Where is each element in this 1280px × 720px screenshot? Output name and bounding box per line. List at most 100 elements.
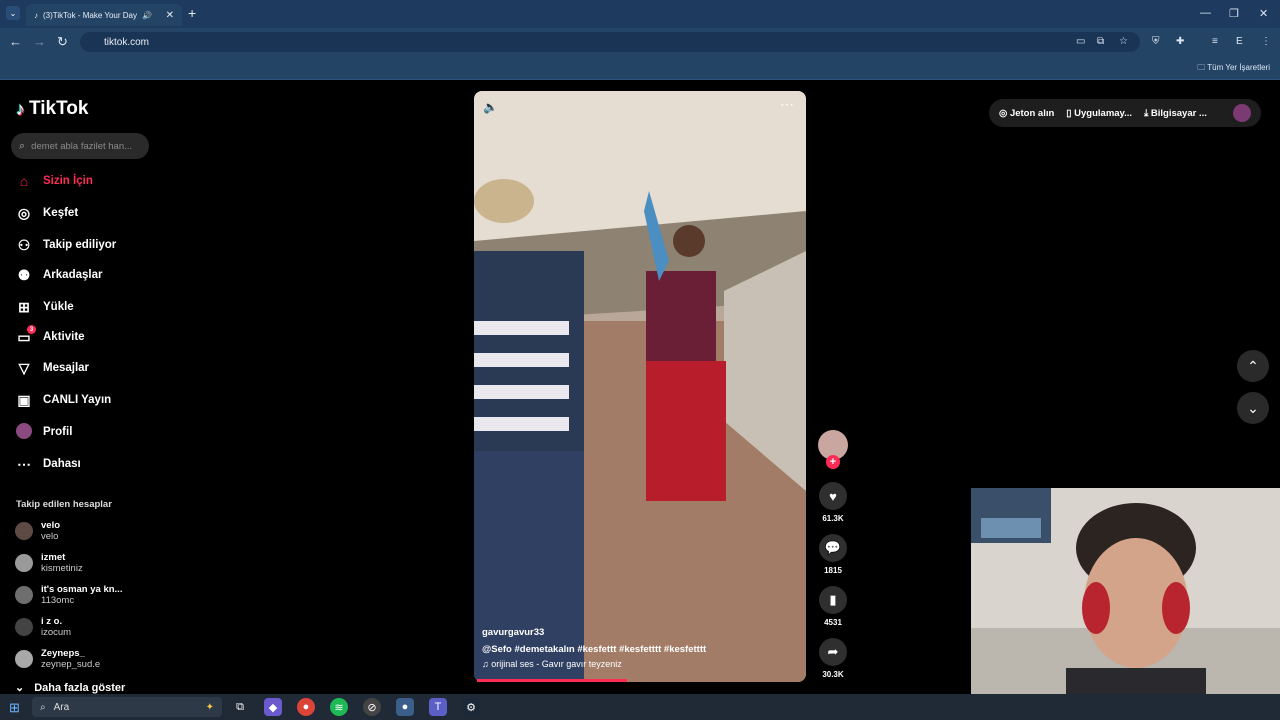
video-music[interactable]: ♫ orijinal ses - Gavır gavır teyzeniz: [482, 659, 802, 669]
teams-icon[interactable]: T: [429, 698, 447, 716]
minimize-button[interactable]: —: [1200, 7, 1211, 19]
sparkle-icon: ✦: [205, 701, 214, 713]
chevron-down-icon: ⌄: [1247, 399, 1259, 416]
search-input[interactable]: [31, 140, 144, 152]
avatar: [15, 650, 33, 668]
bookmark-star-icon[interactable]: ☆: [1119, 36, 1128, 47]
webcam-frame: [971, 488, 1280, 720]
chevron-up-icon: ⌃: [1247, 357, 1259, 374]
previous-video-button[interactable]: ⌃: [1237, 350, 1269, 382]
activity-badge: 3: [27, 325, 36, 334]
messages-icon: ▽: [18, 359, 30, 376]
followed-account[interactable]: i z o. izocum: [15, 613, 71, 641]
menu-icon[interactable]: ⋮: [1261, 36, 1271, 47]
all-bookmarks-button[interactable]: 🗀 Tüm Yer İşaretleri: [1197, 62, 1270, 76]
folder-icon: 🗀: [1197, 63, 1208, 72]
show-more-button[interactable]: ⌄ Daha fazla göster: [15, 681, 125, 695]
taskbar-search[interactable]: ⌕ Ara ✦: [32, 697, 222, 717]
tiktok-logo[interactable]: ♪ TikTok: [16, 98, 88, 120]
share-action[interactable]: ➦ 30.3K: [818, 638, 848, 679]
extensions-icon[interactable]: ✚: [1176, 36, 1184, 47]
followed-account[interactable]: Zeyneps_ zeynep_sud.e: [15, 645, 100, 673]
avatar: [15, 554, 33, 572]
tiktok-note-icon: ♪: [16, 98, 25, 119]
heart-icon[interactable]: ♥: [819, 482, 847, 510]
like-count: 61.3K: [822, 514, 844, 523]
translate-icon[interactable]: ⧉: [1097, 36, 1104, 47]
profile-icon[interactable]: E: [1236, 36, 1243, 47]
video-author[interactable]: gavurgavur33: [482, 627, 802, 638]
share-count: 30.3K: [822, 670, 844, 679]
nav-live[interactable]: ▣ CANLI Yayın: [15, 388, 175, 412]
media-control-icon[interactable]: ≡: [1212, 36, 1218, 47]
nav-upload[interactable]: ⊞ Yükle: [15, 295, 175, 319]
search-icon: ⌕: [40, 701, 46, 713]
chrome-icon[interactable]: ●: [297, 698, 315, 716]
top-actions-bar: ◎ Jeton alın ▯ Uygulamay... ⤓ Bilgisayar…: [989, 99, 1261, 127]
nav-messages[interactable]: ▽ Mesajlar: [15, 356, 175, 380]
avatar: [15, 618, 33, 636]
followed-account[interactable]: it's osman ya kn... 113omc: [15, 581, 122, 609]
nav-for-you[interactable]: ⌂ Sizin İçin: [15, 169, 175, 193]
windows-start-icon[interactable]: ⊞: [9, 700, 20, 716]
get-app-button[interactable]: ▯ Uygulamay...: [1066, 108, 1132, 119]
followed-account[interactable]: izmet kismetiniz: [15, 549, 83, 577]
spotify-icon[interactable]: ≋: [330, 698, 348, 716]
video-more-icon[interactable]: ⋯: [780, 96, 795, 113]
tab-title: (3)TikTok - Make Your Day: [43, 10, 137, 20]
followed-account[interactable]: velo velo: [15, 517, 60, 545]
desktop-app-button[interactable]: ⤓ Bilgisayar ...: [1144, 108, 1207, 119]
like-action[interactable]: ♥ 61.3K: [818, 482, 848, 523]
chrome-active-icon[interactable]: ●: [396, 698, 414, 716]
nav-explore[interactable]: ◎ Keşfet: [15, 201, 175, 225]
tiktok-favicon-icon: ♪: [34, 10, 38, 20]
chevron-down-icon: ⌄: [15, 682, 25, 694]
save-action[interactable]: ▮ 4531: [818, 586, 848, 627]
task-view-icon[interactable]: ⧉: [231, 698, 249, 716]
nav-more[interactable]: ⋯ Dahası: [15, 452, 175, 476]
get-coins-button[interactable]: ◎ Jeton alın: [999, 108, 1054, 119]
nav-friends[interactable]: ⚉ Arkadaşlar: [15, 263, 175, 287]
comment-icon[interactable]: 💬: [819, 534, 847, 562]
video-player[interactable]: [474, 91, 806, 682]
tab-search-button[interactable]: ⌄: [6, 6, 20, 20]
shield-icon[interactable]: ⛨: [1152, 36, 1160, 47]
search-box[interactable]: ⌕: [11, 133, 149, 159]
nav-profile[interactable]: Profil: [15, 420, 175, 444]
copilot-icon[interactable]: ◆: [264, 698, 282, 716]
follow-plus-icon[interactable]: +: [826, 455, 840, 469]
share-icon[interactable]: ➦: [819, 638, 847, 666]
forward-button[interactable]: →: [33, 34, 46, 49]
new-tab-button[interactable]: +: [188, 5, 196, 21]
bookmarks-bar: [0, 56, 1280, 80]
next-video-button[interactable]: ⌄: [1237, 392, 1269, 424]
following-accounts-title: Takip edilen hesaplar: [16, 499, 112, 510]
download-icon: ⤓: [1144, 107, 1151, 119]
nav-activity[interactable]: ▭ 3 Aktivite: [15, 325, 175, 349]
video-progress-bar[interactable]: [477, 679, 627, 682]
coin-icon: ◎: [999, 107, 1010, 119]
bookmark-icon[interactable]: ▮: [819, 586, 847, 614]
video-description[interactable]: @Sefo #demetakalın #kesfettt #kesfetttt …: [482, 644, 802, 655]
speaker-icon[interactable]: 🔊: [142, 11, 152, 20]
restore-button[interactable]: ❐: [1229, 7, 1239, 20]
steam-icon[interactable]: ⚙: [462, 698, 480, 716]
video-caption: gavurgavur33 @Sefo #demetakalın #kesfett…: [482, 627, 802, 669]
reload-button[interactable]: ↻: [57, 34, 68, 50]
volume-icon[interactable]: 🔈: [483, 100, 498, 114]
avatar: [15, 522, 33, 540]
home-icon: ⌂: [19, 173, 29, 189]
url-text: tiktok.com: [104, 36, 150, 48]
cast-icon[interactable]: ▭: [1076, 36, 1085, 47]
comment-action[interactable]: 💬 1815: [818, 534, 848, 575]
close-window-button[interactable]: ✕: [1259, 7, 1268, 20]
app-icon[interactable]: ⊘: [363, 698, 381, 716]
user-avatar[interactable]: [1233, 104, 1251, 122]
close-tab-icon[interactable]: ✕: [166, 10, 174, 21]
back-button[interactable]: ←: [9, 34, 22, 49]
browser-tab[interactable]: ♪ (3)TikTok - Make Your Day 🔊 ✕: [26, 4, 182, 26]
nav-following[interactable]: ⚇ Takip ediliyor: [15, 233, 175, 257]
save-count: 4531: [824, 618, 842, 627]
url-bar[interactable]: tiktok.com: [80, 32, 1140, 52]
following-icon: ⚇: [17, 236, 31, 253]
